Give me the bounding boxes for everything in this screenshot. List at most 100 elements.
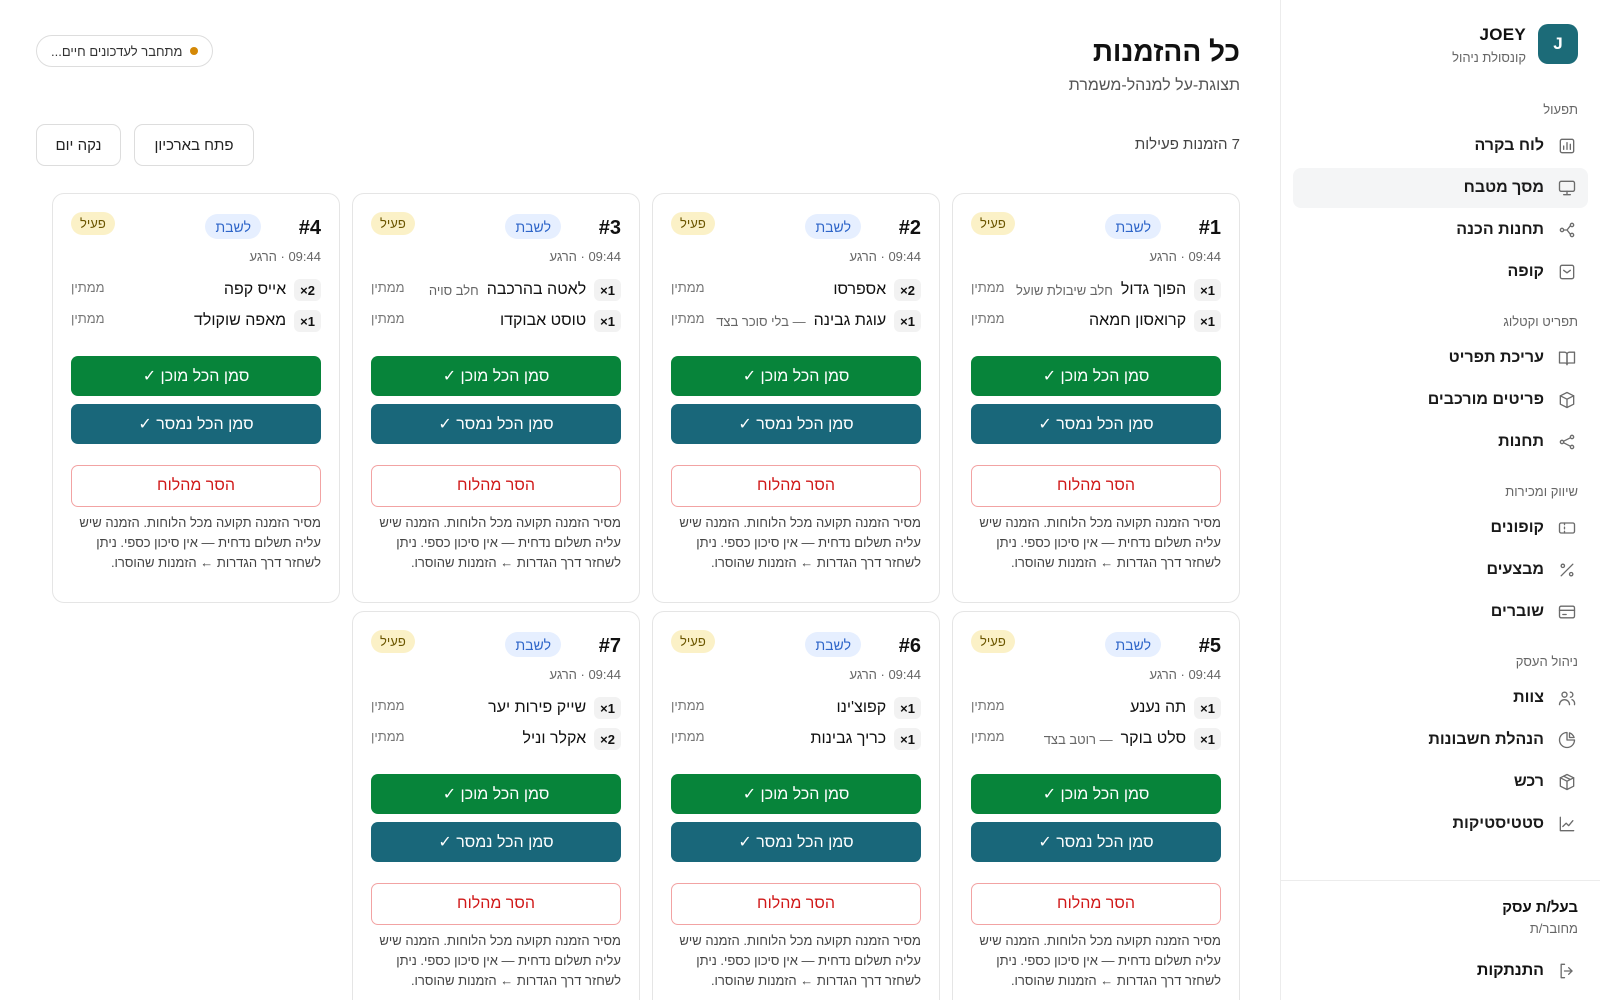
sidebar-item-label: רכש — [1513, 773, 1544, 790]
open-archive-button[interactable]: פתח בארכיון — [134, 124, 254, 166]
item-status: ממתין — [671, 698, 705, 713]
pie-icon — [1556, 729, 1578, 751]
brand-subtitle: קונסולת ניהול — [1452, 50, 1526, 65]
logout-icon — [1556, 960, 1578, 982]
order-item: 1× סלט בוקר — רוטב בצד ממתין — [971, 727, 1221, 751]
order-item: 1× מאפה שוקולד ממתין — [71, 309, 321, 333]
status-badge: פעיל — [671, 212, 715, 235]
share-icon — [1556, 431, 1578, 453]
item-modifier: — רוטב בצד — [1043, 731, 1113, 747]
sidebar-item-trend[interactable]: סטטיסטיקות — [1293, 804, 1588, 844]
item-status: ממתין — [971, 311, 1005, 326]
item-status: ממתין — [371, 311, 405, 326]
item-quantity: 1× — [594, 310, 621, 332]
item-name: מאפה שוקולד — [194, 312, 287, 329]
page-subtitle: תצוגת-על למנהל-משמרת — [1068, 77, 1240, 94]
owner-info: בעל/ת עסק מחובר/ת — [1502, 899, 1578, 936]
item-name: קרואסון חמאה — [1089, 312, 1187, 329]
users-icon — [1556, 687, 1578, 709]
sidebar-item-share[interactable]: תחנות — [1293, 422, 1588, 462]
sidebar-item-label: שוברים — [1490, 603, 1544, 620]
mark-all-ready-button[interactable]: סמן הכל מוכן ✓ — [371, 774, 621, 814]
sidebar-item-monitor[interactable]: מסך מטבח — [1293, 168, 1588, 208]
sidebar-item-label: פריטים מורכבים — [1427, 391, 1544, 408]
nav-section-title: תפעול — [1543, 102, 1578, 117]
logout-button[interactable]: התנתקות — [1293, 953, 1588, 989]
item-quantity: 1× — [894, 310, 921, 332]
mark-all-delivered-button[interactable]: סמן הכל נמסר ✓ — [371, 404, 621, 444]
clean-day-button[interactable]: נקה יום — [36, 124, 121, 166]
item-status: ממתין — [371, 280, 405, 295]
sidebar-item-users[interactable]: צוות — [1293, 678, 1588, 718]
item-quantity: 1× — [594, 279, 621, 301]
remove-from-board-button[interactable]: הסר מהלוח — [971, 465, 1221, 507]
mark-all-delivered-button[interactable]: סמן הכל נמסר ✓ — [371, 822, 621, 862]
item-modifier: — בלי סוכר בצד — [716, 313, 806, 329]
mark-all-ready-button[interactable]: סמן הכל מוכן ✓ — [671, 774, 921, 814]
mark-all-delivered-button[interactable]: סמן הכל נמסר ✓ — [71, 404, 321, 444]
mark-all-ready-button[interactable]: סמן הכל מוכן ✓ — [371, 356, 621, 396]
remove-from-board-button[interactable]: הסר מהלוח — [671, 465, 921, 507]
percent-icon — [1556, 559, 1578, 581]
sidebar-item-percent[interactable]: מבצעים — [1293, 550, 1588, 590]
nav-section-title: שיווק ומכירות — [1505, 484, 1578, 499]
item-quantity: 1× — [1194, 279, 1221, 301]
sidebar-item-ticket[interactable]: קופונים — [1293, 508, 1588, 548]
logout-label: התנתקות — [1476, 962, 1544, 979]
remove-warning-text: מסיר הזמנה תקועה מכל הלוחות. הזמנה שיש ע… — [679, 933, 921, 988]
sidebar: J JOEY קונסולת ניהול תפעול לוח בקרה מסך מט… — [1280, 0, 1600, 1000]
item-status: ממתין — [671, 280, 705, 295]
order-item: 2× אקלר וניל ממתין — [371, 727, 621, 751]
sidebar-item-stations[interactable]: תחנות הכנה — [1293, 210, 1588, 250]
order-time: 09:44 · הרגע — [549, 249, 621, 264]
live-status-badge: מתחבר לעדכונים חיים... — [36, 35, 214, 67]
remove-from-board-button[interactable]: הסר מהלוח — [371, 883, 621, 925]
mark-all-delivered-button[interactable]: סמן הכל נמסר ✓ — [971, 404, 1221, 444]
remove-from-board-button[interactable]: הסר מהלוח — [671, 883, 921, 925]
sidebar-item-pie[interactable]: הנהלת חשבונות — [1293, 720, 1588, 760]
order-card: #4 לשבת פעיל 09:44 · הרגע 2× אייס קפה ממתין 1× מ… — [52, 193, 340, 603]
order-item: 1× טוסט אבוקדו ממתין — [371, 309, 621, 333]
order-card: #1 לשבת פעיל 09:44 · הרגע 1× הפוך גדול חלב שיב… — [952, 193, 1240, 603]
order-number: #5 — [1198, 635, 1221, 657]
mark-all-ready-button[interactable]: סמן הכל מוכן ✓ — [971, 356, 1221, 396]
item-status: ממתין — [671, 311, 705, 326]
sidebar-item-register[interactable]: קופה — [1293, 252, 1588, 292]
order-time: 09:44 · הרגע — [249, 249, 321, 264]
mark-all-ready-button[interactable]: סמן הכל מוכן ✓ — [671, 356, 921, 396]
sidebar-item-chart[interactable]: לוח בקרה — [1293, 126, 1588, 166]
page-title: כל ההזמנות — [1092, 36, 1240, 67]
sidebar-item-book[interactable]: עריכת תפריט — [1293, 338, 1588, 378]
sabbath-tag: לשבת — [1105, 632, 1161, 657]
status-badge: פעיל — [371, 212, 415, 235]
order-number: #3 — [598, 217, 621, 239]
mark-all-delivered-button[interactable]: סמן הכל נמסר ✓ — [971, 822, 1221, 862]
sidebar-item-card[interactable]: שוברים — [1293, 592, 1588, 632]
order-item: 1× לאטה בהרכבה חלב סויה ממתין — [371, 278, 621, 302]
status-badge: פעיל — [71, 212, 115, 235]
order-item: 1× תה נענע ממתין — [971, 696, 1221, 720]
remove-from-board-button[interactable]: הסר מהלוח — [71, 465, 321, 507]
owner-name: בעל/ת עסק — [1502, 899, 1578, 916]
sidebar-item-box[interactable]: פריטים מורכבים — [1293, 380, 1588, 420]
sidebar-item-package[interactable]: רכש — [1293, 762, 1588, 802]
remove-warning-text: מסיר הזמנה תקועה מכל הלוחות. הזמנה שיש ע… — [979, 515, 1221, 570]
mark-all-ready-button[interactable]: סמן הכל מוכן ✓ — [971, 774, 1221, 814]
sidebar-footer: בעל/ת עסק מחובר/ת התנתקות — [1281, 880, 1600, 979]
sidebar-item-label: מבצעים — [1486, 561, 1544, 578]
order-item: 1× שייק פירות יער ממתין — [371, 696, 621, 720]
sabbath-tag: לשבת — [1105, 214, 1161, 239]
remove-from-board-button[interactable]: הסר מהלוח — [971, 883, 1221, 925]
item-quantity: 2× — [894, 279, 921, 301]
sidebar-item-label: עריכת תפריט — [1448, 349, 1544, 366]
sabbath-tag: לשבת — [805, 632, 861, 657]
order-time: 09:44 · הרגע — [849, 667, 921, 682]
order-item: 1× קפוצ'ינו ממתין — [671, 696, 921, 720]
sidebar-item-label: תחנות הכנה — [1456, 221, 1544, 238]
mark-all-delivered-button[interactable]: סמן הכל נמסר ✓ — [671, 404, 921, 444]
mark-all-delivered-button[interactable]: סמן הכל נמסר ✓ — [671, 822, 921, 862]
package-icon — [1556, 771, 1578, 793]
mark-all-ready-button[interactable]: סמן הכל מוכן ✓ — [71, 356, 321, 396]
remove-from-board-button[interactable]: הסר מהלוח — [371, 465, 621, 507]
chart-icon — [1556, 135, 1578, 157]
